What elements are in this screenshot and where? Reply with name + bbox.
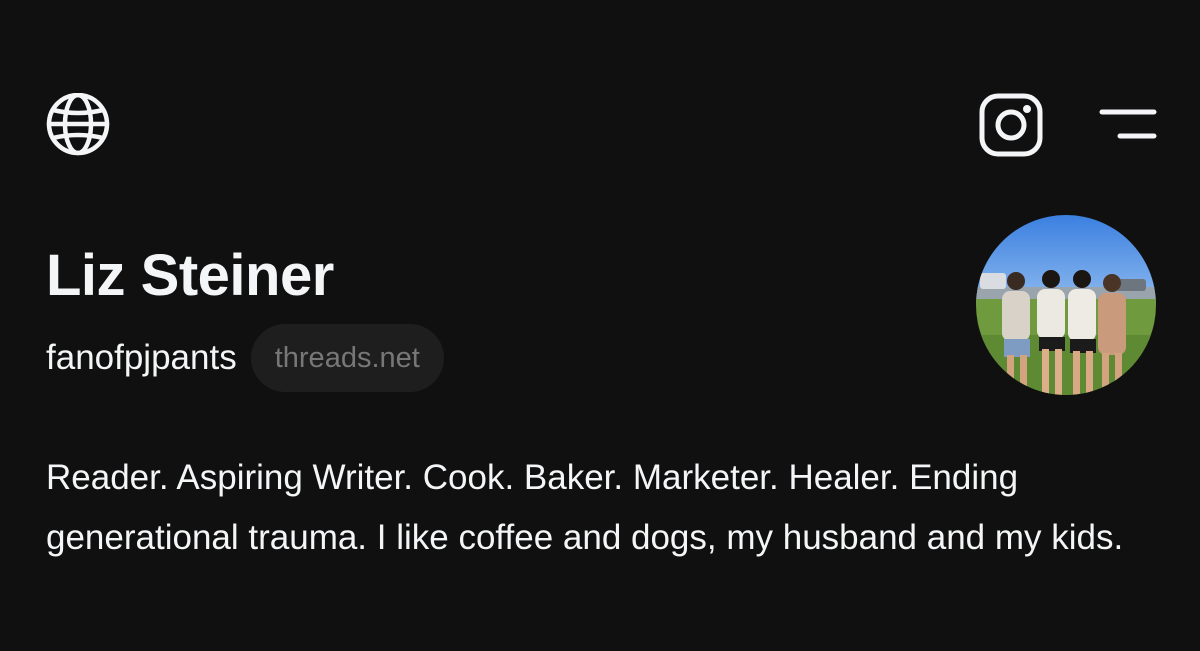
- bio-text: Reader. Aspiring Writer. Cook. Baker. Ma…: [46, 458, 1124, 557]
- threads-domain-badge[interactable]: threads.net: [250, 324, 444, 392]
- display-name: Liz Steiner: [46, 243, 334, 308]
- globe-icon: [46, 92, 110, 156]
- instagram-button[interactable]: [978, 92, 1044, 158]
- instagram-icon: [979, 93, 1043, 157]
- avatar-photo: [976, 215, 1156, 395]
- menu-button[interactable]: [1098, 104, 1158, 148]
- avatar[interactable]: [976, 215, 1156, 395]
- username: fanofpjpants: [46, 338, 237, 377]
- username-row: fanofpjpants threads.net: [46, 324, 444, 392]
- globe-button[interactable]: [45, 92, 111, 159]
- menu-icon: [1099, 109, 1157, 139]
